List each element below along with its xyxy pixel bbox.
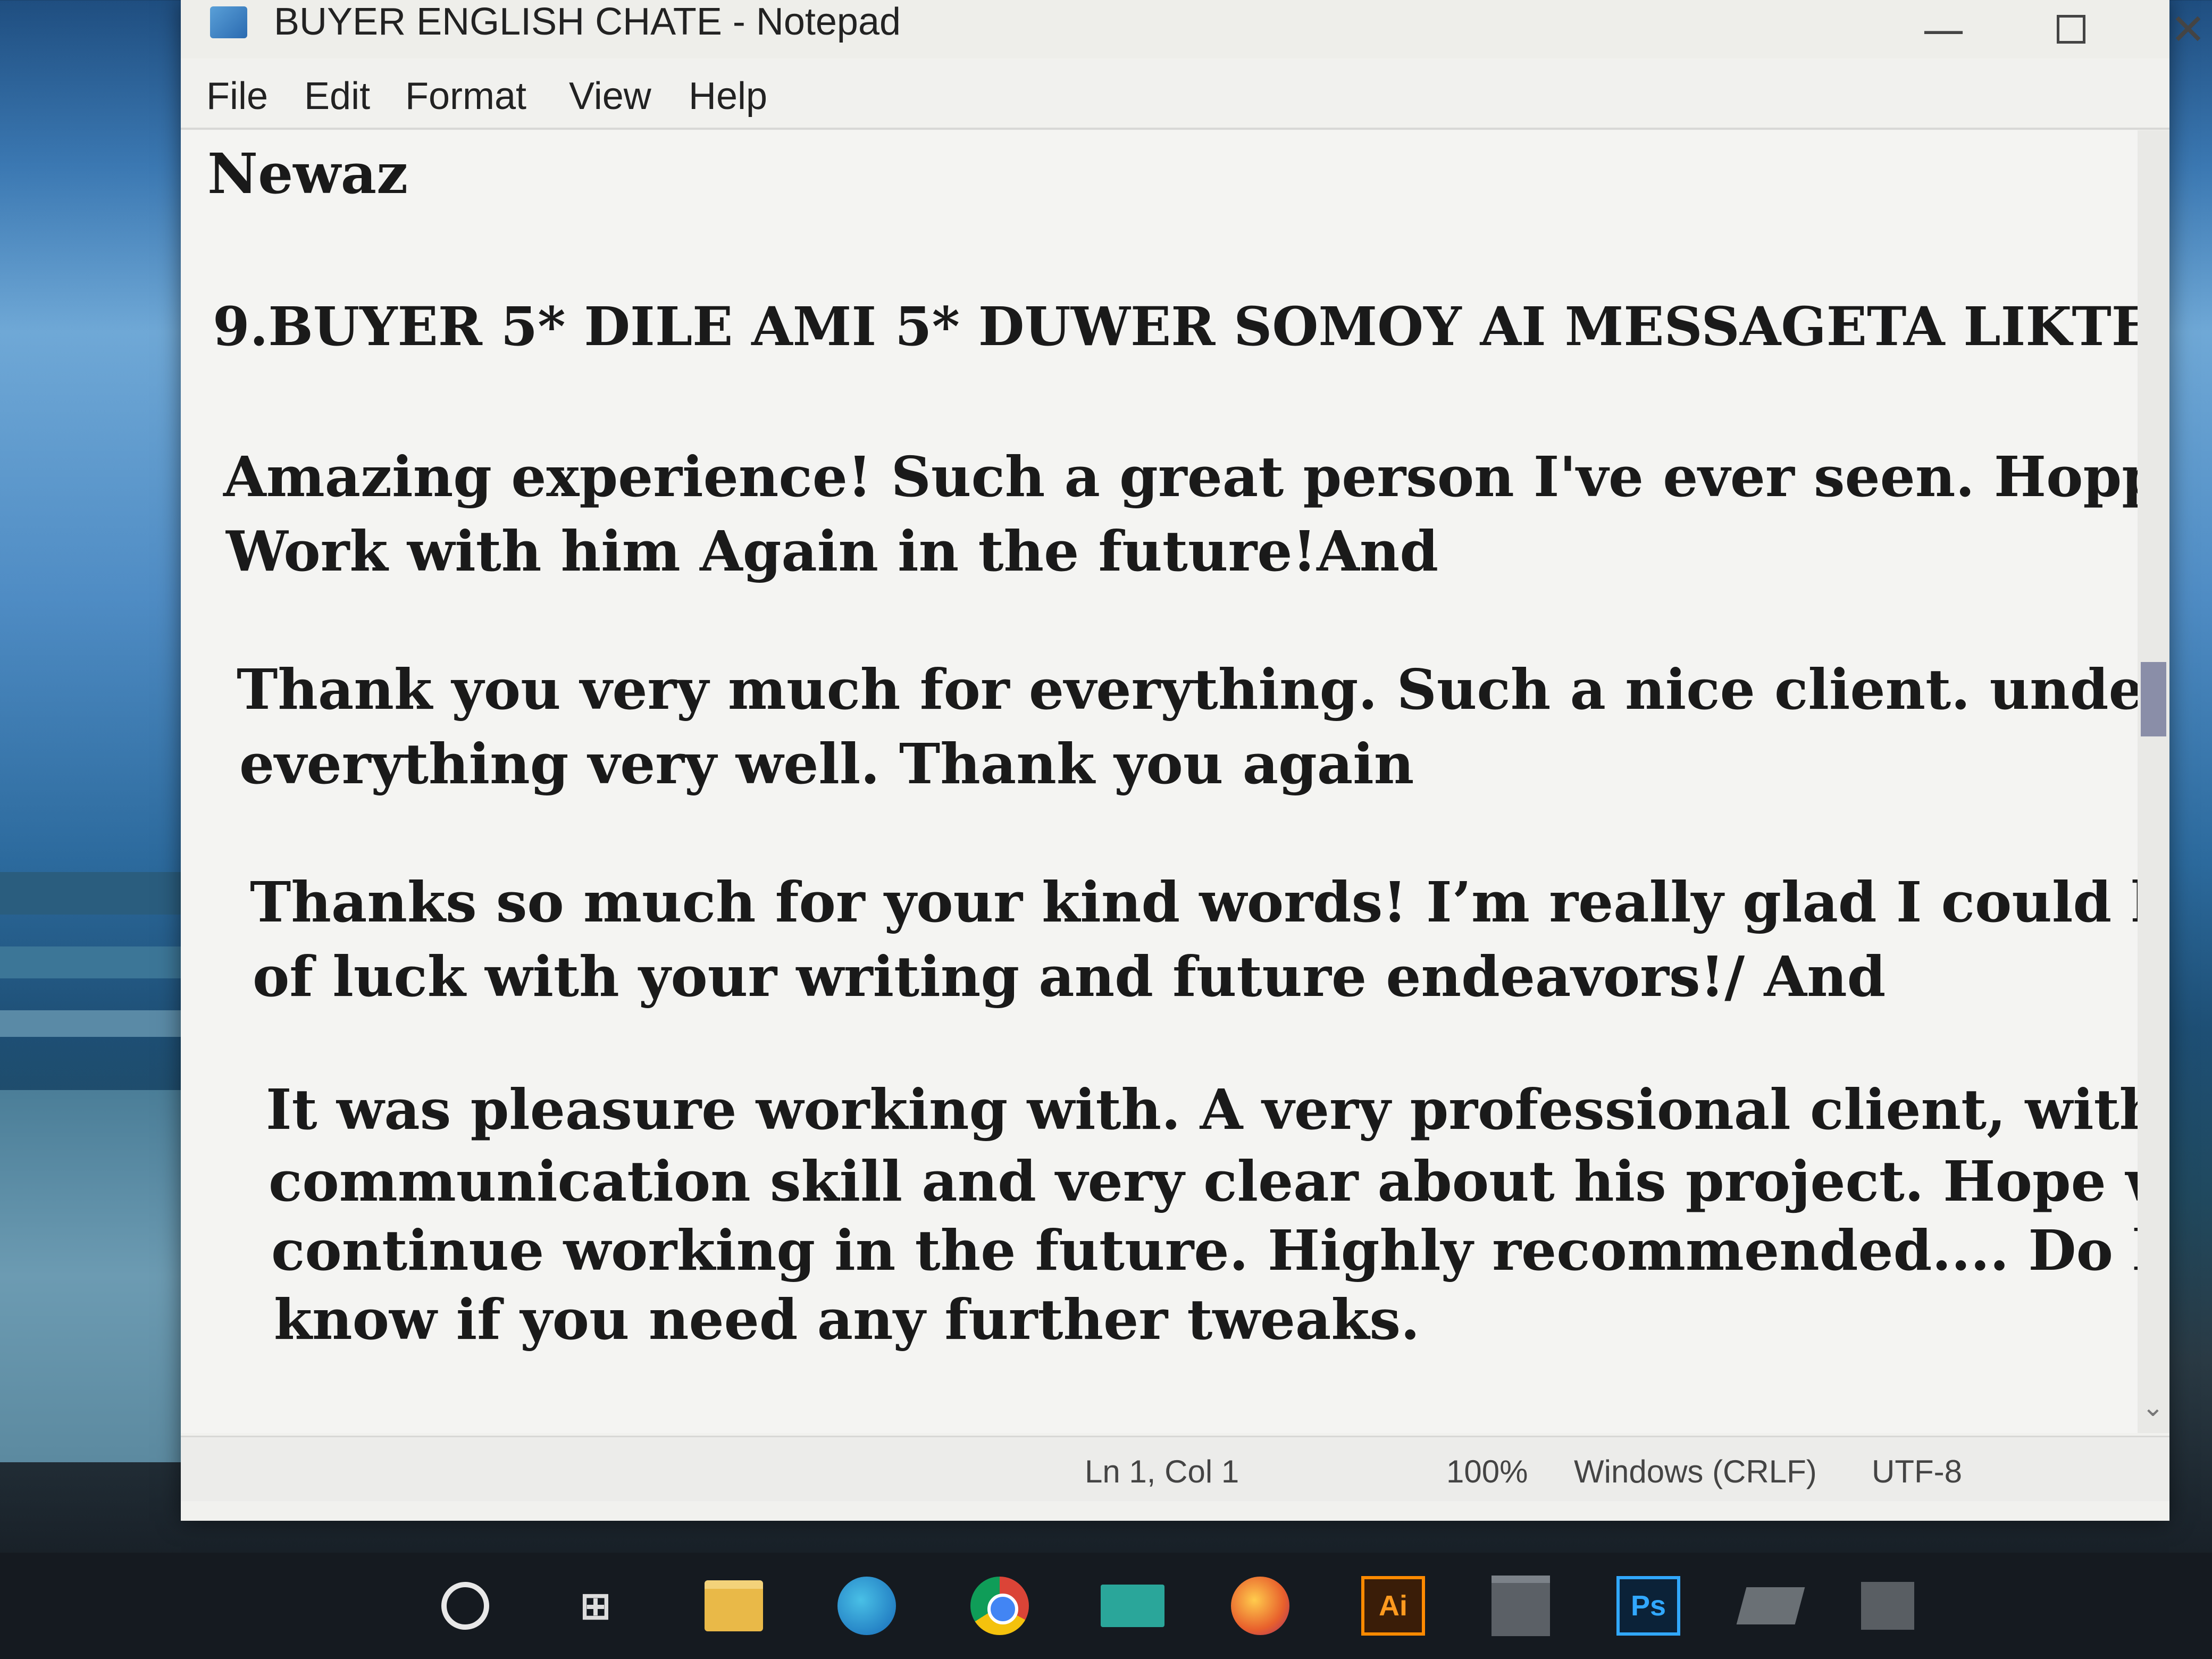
scroll-down-icon[interactable]: ⌄	[2142, 1392, 2164, 1422]
status-bar: Ln 1, Col 1 100% Windows (CRLF) UTF-8	[181, 1436, 2169, 1501]
text-editor[interactable]: Newaz 9.BUYER 5* DILE AMI 5* DUWER SOMOY…	[181, 130, 2138, 1433]
document-line: communication skill and very clear about…	[269, 1149, 2138, 1214]
menu-format[interactable]: Format	[405, 74, 526, 118]
document-line: everything very well. Thank you again	[239, 731, 1414, 797]
document-line: Work with him Again in the future!And	[226, 518, 1439, 584]
menu-bar: File Edit Format View Help	[181, 64, 2169, 130]
menu-help[interactable]: Help	[689, 74, 767, 118]
menu-file[interactable]: File	[206, 74, 268, 118]
app-icon[interactable]	[1856, 1574, 1920, 1638]
encoding: UTF-8	[1872, 1454, 1962, 1489]
menu-edit[interactable]: Edit	[304, 74, 370, 118]
document-line: 9.BUYER 5* DILE AMI 5* DUWER SOMOY AI ME…	[213, 295, 2138, 358]
illustrator-icon[interactable]: Ai	[1361, 1574, 1425, 1638]
store-icon[interactable]	[1489, 1574, 1553, 1638]
cursor-position: Ln 1, Col 1	[1085, 1454, 1239, 1489]
menu-view[interactable]: View	[569, 74, 651, 118]
maximize-button[interactable]	[2031, 5, 2111, 53]
line-ending: Windows (CRLF)	[1574, 1454, 1817, 1489]
firefox-icon[interactable]	[1228, 1574, 1292, 1638]
document-line: Amazing experience! Such a great person …	[223, 444, 2138, 509]
notepad-icon	[210, 6, 247, 38]
title-bar[interactable]: BUYER ENGLISH CHATE - Notepad — ✕	[181, 0, 2206, 58]
search-icon[interactable]	[433, 1574, 497, 1638]
close-button[interactable]: ✕	[2148, 5, 2212, 54]
window-title: BUYER ENGLISH CHATE - Notepad	[274, 1, 901, 43]
document-line: It was pleasure working with. A very pro…	[266, 1077, 2138, 1142]
minimize-button[interactable]: —	[1904, 5, 1983, 54]
maximize-icon	[2057, 15, 2085, 44]
task-view-icon[interactable]: ⊞	[564, 1574, 627, 1638]
scrollbar-thumb[interactable]	[2141, 662, 2166, 736]
vertical-scrollbar[interactable]: ⌄	[2138, 130, 2169, 1433]
zoom-level: 100%	[1446, 1454, 1528, 1489]
edge-icon[interactable]	[835, 1574, 899, 1638]
document-line: continue working in the future. Highly r…	[271, 1218, 2138, 1283]
mail-icon[interactable]	[1101, 1574, 1164, 1638]
photoshop-icon[interactable]: Ps	[1616, 1574, 1680, 1638]
notepad-window: BUYER ENGLISH CHATE - Notepad — ✕ File E…	[181, 0, 2206, 1521]
document-line: of luck with your writing and future end…	[253, 944, 1886, 1009]
app-icon[interactable]	[1736, 1574, 1805, 1638]
document-line: know if you need any further tweaks.	[274, 1287, 1420, 1352]
file-explorer-icon[interactable]	[702, 1574, 766, 1638]
document-line: Newaz	[207, 141, 408, 206]
document-line: Thank you very much for everything. Such…	[237, 657, 2138, 722]
document-line: Thanks so much for your kind words! I’m …	[250, 869, 2138, 935]
taskbar: ⊞ Ai Ps	[0, 1553, 2212, 1659]
chrome-icon[interactable]	[968, 1574, 1032, 1638]
